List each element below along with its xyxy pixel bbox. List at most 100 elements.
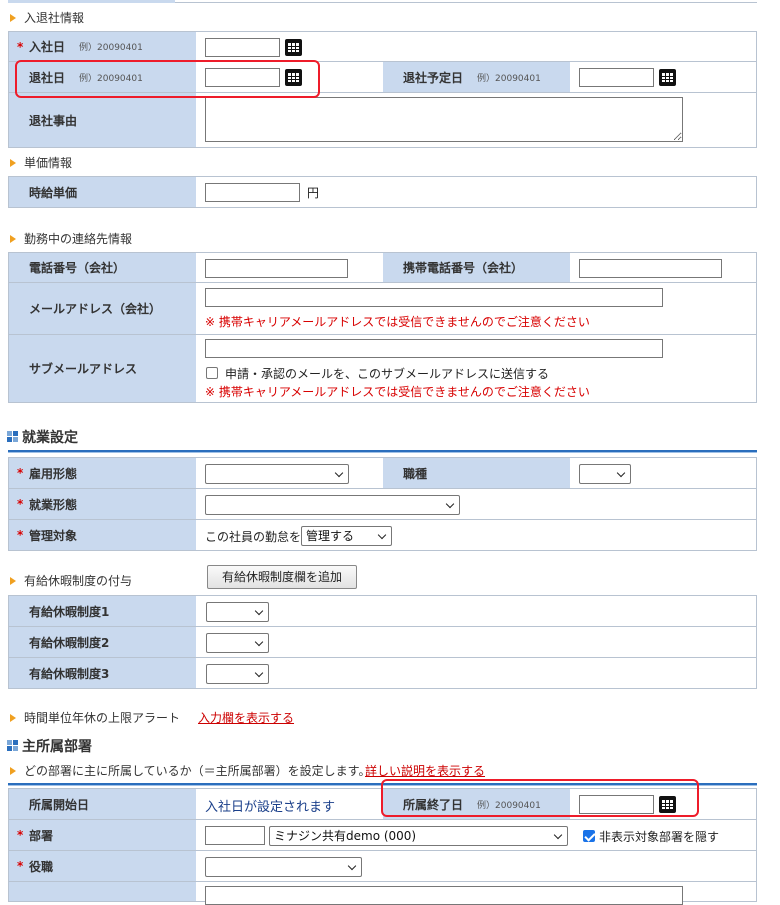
main-dept-heading-text: 主所属部署 [22, 739, 92, 755]
paid-leave-select[interactable] [206, 633, 269, 653]
chevron-down-icon [254, 637, 264, 647]
main-dept-description: どの部署に主に所属しているか（＝主所属部署）を設定します。 [10, 762, 370, 779]
join-date-example: 例）20090401 [79, 43, 143, 53]
section-entry-exit-label: 入退社情報 [24, 11, 85, 25]
email-label: メールアドレス（会社） [29, 302, 162, 316]
position-select[interactable] [205, 857, 362, 877]
section-hourly-alert-label: 時間単位年休の上限アラート [24, 711, 181, 725]
employment-type-select[interactable] [205, 464, 349, 484]
dept-label: 部署 [29, 828, 54, 843]
work-form-label: 就業形態 [29, 497, 78, 512]
position-row: * 役職 [9, 851, 756, 882]
employment-heading-text: 就業設定 [22, 430, 78, 446]
leave-reason-label: 退社事由 [29, 113, 78, 128]
managed-row: * 管理対象 この社員の勤怠を 管理する [9, 520, 756, 551]
planned-leave-header: 退社予定日 例）20090401 [383, 62, 570, 92]
mobile-header: 携帯電話番号（会社） [383, 253, 570, 282]
paid-leave-label: 有給休暇制度1 [29, 604, 110, 619]
chevron-down-icon [377, 530, 387, 540]
paid-leave-select[interactable] [206, 664, 269, 684]
phone-row: 電話番号（会社） 携帯電話番号（会社） [9, 253, 756, 283]
prev-table-header-fragment [8, 0, 175, 3]
hourly-input[interactable] [205, 183, 300, 202]
dept-header: * 部署 [9, 820, 196, 850]
section-rule [8, 450, 757, 453]
email-input[interactable] [205, 288, 663, 307]
required-mark: * [17, 528, 24, 542]
add-paid-leave-button[interactable]: 有給休暇制度欄を追加 [207, 565, 357, 589]
planned-leave-input[interactable] [579, 68, 654, 87]
planned-leave-label: 退社予定日 [403, 70, 464, 85]
join-date-header: * 入社日 例）20090401 [9, 32, 196, 61]
paid-leave-row: 有給休暇制度1 [9, 596, 756, 627]
calendar-icon[interactable] [285, 39, 302, 56]
detail-link[interactable]: 詳しい説明を表示する [365, 762, 485, 779]
chevron-down-icon [254, 606, 264, 616]
main-dept-description-text: どの部署に主に所属しているか（＝主所属部署）を設定します。 [24, 764, 371, 778]
orange-triangle-icon [10, 713, 16, 722]
position-label: 役職 [29, 859, 54, 874]
paid-leave-select[interactable] [206, 602, 269, 622]
contact-table: 電話番号（会社） 携帯電話番号（会社） メールアドレス（会社） ※ 携帯キャリア… [8, 252, 757, 403]
mobile-label: 携帯電話番号（会社） [403, 261, 524, 275]
required-mark: * [17, 859, 24, 873]
start-label: 所属開始日 [29, 797, 90, 812]
paid-leave-header: 有給休暇制度2 [9, 627, 196, 657]
paid-leave-header: 有給休暇制度1 [9, 596, 196, 626]
leave-reason-textarea[interactable] [205, 97, 683, 142]
sub-email-input[interactable] [205, 339, 663, 358]
phone-label: 電話番号（会社） [29, 261, 126, 275]
chevron-down-icon [616, 468, 626, 478]
paid-leave-table: 有給休暇制度1 有給休暇制度2 有給休暇制度3 [8, 595, 757, 689]
grid-square-icon [7, 740, 19, 752]
calendar-icon[interactable] [659, 69, 676, 86]
section-unit-price-label: 単価情報 [24, 156, 73, 170]
main-dept-heading: 主所属部署 [7, 736, 92, 756]
managed-label: 管理対象 [29, 528, 78, 543]
employment-type-label: 雇用形態 [29, 466, 78, 481]
chevron-down-icon [254, 668, 264, 678]
paid-leave-row: 有給休暇制度2 [9, 627, 756, 658]
phone-input[interactable] [205, 259, 348, 278]
section-contact-label: 勤務中の連絡先情報 [24, 232, 133, 246]
work-form-row: * 就業形態 [9, 489, 756, 520]
highlight-leave-date [15, 60, 320, 98]
required-mark: * [17, 497, 24, 511]
highlight-end-date [381, 779, 699, 817]
employment-table: * 雇用形態 職種 * 就業形態 * 管理対象 この社員の勤怠を 管理する [8, 457, 757, 551]
paid-leave-header: 有給休暇制度3 [9, 658, 196, 688]
email-header: メールアドレス（会社） [9, 283, 196, 334]
paid-leave-label: 有給休暇制度2 [29, 635, 110, 650]
employment-type-header: * 雇用形態 [9, 458, 196, 488]
job-select[interactable] [579, 464, 631, 484]
join-date-input[interactable] [205, 38, 280, 57]
section-entry-exit: 入退社情報 [10, 9, 84, 26]
phone-header: 電話番号（会社） [9, 253, 196, 282]
work-form-select[interactable] [205, 495, 460, 515]
orange-triangle-icon [10, 158, 16, 167]
sub-email-checkbox[interactable] [206, 367, 218, 379]
managed-header: * 管理対象 [9, 520, 196, 550]
start-value: 入社日が設定されます [205, 800, 336, 815]
next-header-fragment [9, 882, 196, 901]
sub-email-row: サブメールアドレス 申請・承認のメールを、このサブメールアドレスに送信する ※ … [9, 335, 756, 403]
hourly-label: 時給単価 [29, 185, 78, 200]
hide-dept-checkbox[interactable] [583, 830, 595, 842]
chevron-down-icon [334, 468, 344, 478]
show-input-link[interactable]: 入力欄を表示する [198, 709, 294, 726]
managed-prefix: この社員の勤怠を [205, 530, 302, 544]
paid-leave-label: 有給休暇制度3 [29, 666, 110, 681]
managed-select[interactable]: 管理する [301, 526, 392, 546]
sub-email-header: サブメールアドレス [9, 335, 196, 402]
section-paid-leave-label: 有給休暇制度の付与 [24, 574, 133, 588]
employment-type-row: * 雇用形態 職種 [9, 458, 756, 489]
section-contact: 勤務中の連絡先情報 [10, 230, 132, 247]
required-mark: * [17, 39, 24, 54]
sub-email-label: サブメールアドレス [29, 362, 138, 376]
orange-triangle-icon [10, 13, 16, 22]
mobile-input[interactable] [579, 259, 722, 278]
chevron-down-icon [445, 499, 455, 509]
dept-code-input[interactable] [205, 826, 265, 845]
join-date-label: 入社日 [29, 40, 66, 54]
dept-select[interactable]: ミナジン共有demo (000) [269, 826, 568, 846]
